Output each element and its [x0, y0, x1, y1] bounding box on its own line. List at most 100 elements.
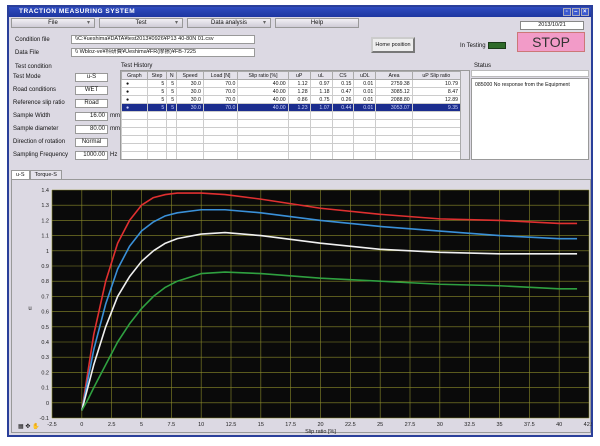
table-cell: 2088.80: [375, 95, 413, 104]
table-cell: 5: [146, 95, 168, 104]
condition-label: Sample Width: [13, 113, 51, 119]
in-testing-label: In Testing: [460, 43, 486, 49]
graph-tools[interactable]: ▦ ✥ ✋: [18, 423, 40, 430]
column-header[interactable]: N: [166, 71, 178, 80]
x-tick-label: 32.5: [464, 422, 475, 428]
column-header[interactable]: Area: [375, 71, 413, 80]
table-cell: 0.15: [331, 79, 355, 88]
menu-test[interactable]: Test ▾: [99, 18, 183, 28]
column-header[interactable]: CS: [331, 71, 355, 80]
table-cell: 1.12: [287, 79, 311, 88]
column-header[interactable]: Slip ratio [%]: [237, 71, 289, 80]
table-cell: 0.01: [353, 103, 377, 112]
condition-value[interactable]: Road: [75, 99, 108, 108]
table-scrollbar[interactable]: [460, 71, 469, 159]
home-position-button[interactable]: Home position: [371, 37, 415, 53]
column-header[interactable]: Speed: [176, 71, 204, 80]
condition-value[interactable]: 16.00: [75, 112, 108, 121]
table-cell: 70.0: [202, 79, 239, 88]
table-cell: 5: [166, 103, 178, 112]
menu-label: Data analysis: [210, 20, 248, 26]
table-cell: 0.01: [353, 95, 377, 104]
column-header[interactable]: uDL: [353, 71, 377, 80]
table-row[interactable]: ● 5 5 30.0 70.0 40.00 1.12 0.97 0.15 0.01 2759.38 1…: [121, 79, 462, 88]
in-testing-indicator: [488, 42, 506, 49]
table-cell: 1.18: [309, 87, 333, 96]
menu-data-analysis[interactable]: Data analysis ▾: [187, 18, 271, 28]
y-tick-label: 0.5: [41, 325, 49, 331]
condition-row: Reference slip ratio Road: [11, 99, 121, 109]
table-cell: 40.00: [237, 103, 289, 112]
y-tick-label: 1.1: [41, 234, 49, 240]
table-row[interactable]: ● 5 5 30.0 70.0 40.00 0.86 0.75 0.26 0.01 2088.80 1…: [121, 95, 462, 104]
table-cell: 30.0: [176, 103, 204, 112]
x-tick-label: 20: [317, 422, 323, 428]
empty-row: [121, 151, 462, 159]
condition-value[interactable]: u-S: [75, 73, 108, 82]
condition-label: Road conditions: [13, 87, 57, 93]
y-tick-label: 0.8: [41, 279, 49, 285]
table-cell: 70.0: [202, 87, 239, 96]
stop-button[interactable]: STOP: [517, 32, 585, 52]
table-cell: 1.28: [287, 87, 311, 96]
condition-value[interactable]: Normal: [75, 138, 108, 147]
table-row[interactable]: ● 5 5 30.0 70.0 40.00 1.23 1.07 0.44 0.01 3053.07 9…: [121, 103, 462, 112]
test-condition-title: Test condition: [15, 64, 52, 70]
title-bar: TRACTION MEASURING SYSTEM ▫ – ×: [9, 7, 591, 17]
y-tick-label: 0.7: [41, 294, 49, 300]
table-cell: 0.26: [331, 95, 355, 104]
empty-row: [121, 119, 462, 128]
y-tick-label: 1.2: [41, 218, 49, 224]
data-file-field[interactable]: \\ Wbloz-ve¥科研費¥Ueshima¥FR(摩擦)¥FB-7225: [71, 48, 255, 57]
y-tick-label: 0.1: [41, 386, 49, 392]
condition-row: Direction of rotation Normal: [11, 138, 121, 148]
condition-unit: mm: [110, 113, 120, 119]
table-row[interactable]: ● 5 5 30.0 70.0 40.00 1.28 1.18 0.47 0.01 3085.12 8…: [121, 87, 462, 96]
tab-u-s[interactable]: u-S: [11, 170, 30, 179]
app-window: TRACTION MEASURING SYSTEM ▫ – × File ▾ Test…: [7, 5, 593, 437]
condition-value[interactable]: WET: [75, 86, 108, 95]
condition-value[interactable]: 80.00: [75, 125, 108, 134]
x-tick-label: 35: [496, 422, 502, 428]
table-cell: 12.89: [411, 95, 462, 104]
test-history-title: Test History: [121, 63, 153, 69]
minimize-icon[interactable]: –: [572, 8, 580, 16]
menu-file[interactable]: File ▾: [11, 18, 95, 28]
y-tick-label: 0.4: [41, 340, 49, 346]
empty-row: [121, 111, 462, 120]
table-cell: 0.75: [309, 95, 333, 104]
table-cell: 5: [146, 87, 168, 96]
column-header[interactable]: Graph: [121, 71, 148, 80]
status-title: Status: [474, 63, 492, 69]
table-cell: 40.00: [237, 87, 289, 96]
column-header[interactable]: uP Slip ratio: [411, 71, 462, 80]
menu-bar: File ▾ Test ▾ Data analysis ▾ Help: [11, 18, 359, 28]
column-header[interactable]: uP: [287, 71, 311, 80]
x-tick-label: 12.5: [226, 422, 237, 428]
condition-value[interactable]: 1000.00: [75, 151, 108, 160]
table-cell: 1.07: [309, 103, 333, 112]
menu-help[interactable]: Help: [275, 18, 359, 28]
x-tick-label: 42.5: [584, 422, 592, 428]
table-cell: 0.01: [353, 87, 377, 96]
condition-row: Sample diameter 80.00 mm: [11, 125, 121, 135]
column-header[interactable]: Step: [146, 71, 168, 80]
table-cell: 0.47: [331, 87, 355, 96]
close-icon[interactable]: ×: [581, 8, 589, 16]
condition-file-field[interactable]: \\C:¥ueshima¥DATA¥test2013¥0926¥P13 40-8…: [71, 35, 255, 44]
table-cell: 5: [146, 103, 168, 112]
column-header[interactable]: Load [N]: [202, 71, 239, 80]
data-file-label: Data File: [15, 50, 40, 56]
condition-label: Direction of rotation: [13, 139, 66, 145]
column-header[interactable]: uL: [309, 71, 333, 80]
x-tick-label: 40: [556, 422, 562, 428]
y-tick-label: 0.3: [41, 355, 49, 361]
table-cell: 3053.07: [375, 103, 413, 112]
condition-unit: mm: [110, 126, 120, 132]
y-tick-label: -0.1: [40, 416, 49, 422]
tab-torque-s[interactable]: Torque-S: [29, 170, 62, 179]
restore-icon[interactable]: ▫: [563, 8, 571, 16]
dropdown-icon: ▾: [262, 20, 266, 26]
y-tick-label: 1.4: [41, 188, 49, 194]
table-cell: 5: [166, 79, 178, 88]
